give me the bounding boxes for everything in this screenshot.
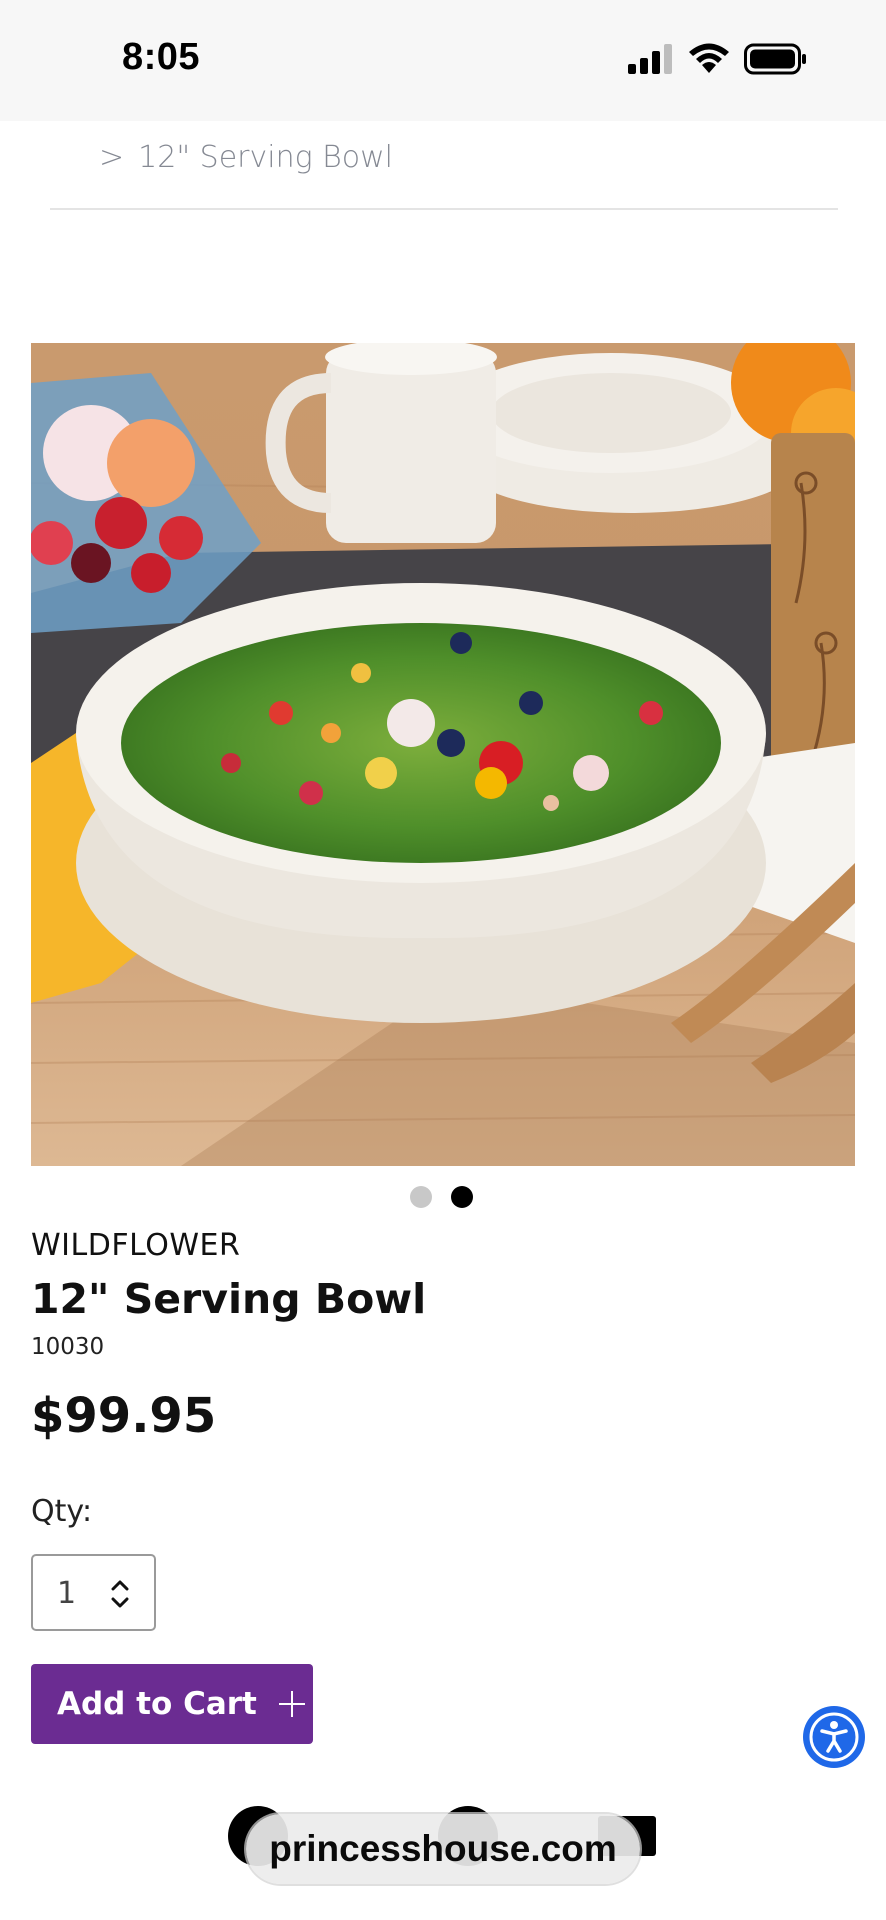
status-bar: 8:05	[0, 0, 886, 121]
product-price: $99.95	[31, 1388, 217, 1444]
signal-icon	[628, 44, 672, 74]
carousel-dots	[410, 1186, 473, 1208]
product-image[interactable]	[31, 343, 855, 1166]
product-collection: WILDFLOWER	[31, 1228, 241, 1263]
breadcrumb-separator: >	[99, 140, 125, 175]
breadcrumb-divider	[50, 208, 838, 210]
product-sku: 10030	[31, 1334, 105, 1360]
carousel-dot-2[interactable]	[451, 1186, 473, 1208]
carousel-dot-1[interactable]	[410, 1186, 432, 1208]
quantity-value: 1	[57, 1576, 77, 1611]
breadcrumb-current[interactable]: 12" Serving Bowl	[138, 140, 393, 175]
add-to-cart-button[interactable]: Add to Cart	[31, 1664, 313, 1744]
accessibility-button[interactable]	[803, 1706, 865, 1768]
wifi-icon	[689, 43, 729, 73]
plus-icon	[278, 1691, 305, 1717]
stepper-icon[interactable]	[109, 1578, 131, 1610]
browser-url-bar[interactable]: princesshouse.com	[246, 1814, 640, 1884]
quantity-stepper[interactable]: 1	[31, 1554, 156, 1631]
accessibility-icon	[809, 1712, 859, 1762]
status-time: 8:05	[122, 36, 201, 78]
product-title: 12" Serving Bowl	[31, 1275, 427, 1323]
breadcrumb: >12" Serving Bowl	[99, 140, 393, 175]
browser-url: princesshouse.com	[269, 1828, 617, 1869]
battery-icon	[744, 43, 806, 75]
add-to-cart-label: Add to Cart	[57, 1686, 257, 1722]
quantity-label: Qty:	[31, 1494, 93, 1529]
